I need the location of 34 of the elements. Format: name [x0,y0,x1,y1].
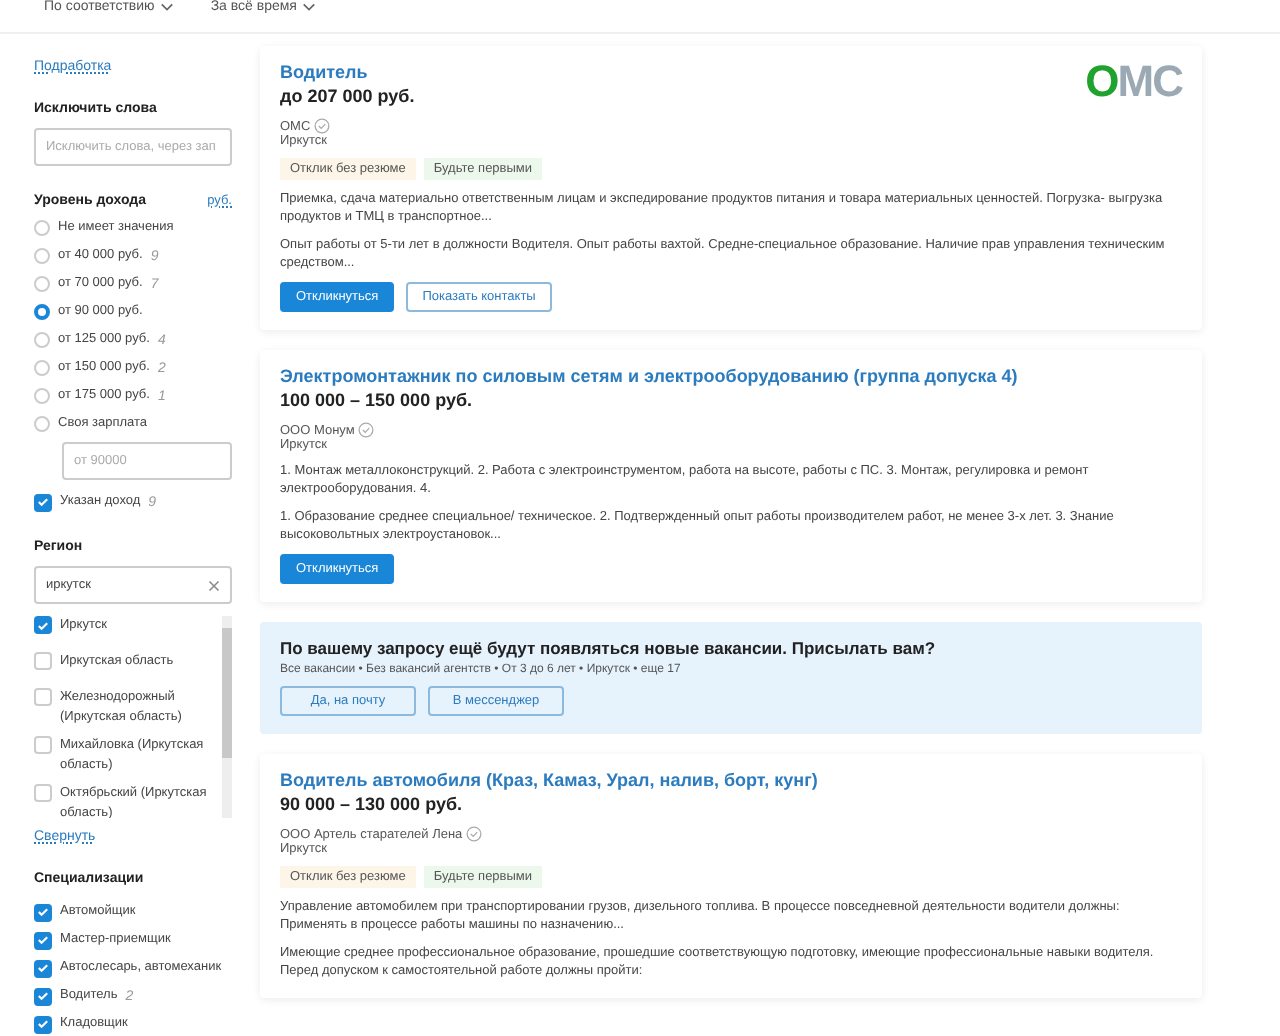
checkbox[interactable] [34,616,52,634]
checkbox[interactable] [34,903,52,921]
verified-check-icon [358,422,375,438]
vacancy-title-link[interactable]: Электромонтажник по силовым сетям и электрооборудованию (группа допуска 4) [280,366,1018,386]
chevron-icon [302,2,317,12]
vacancy-title-link[interactable]: Водитель автомобиля (Краз, Камаз, Урал, налив, борт, кунг) [280,770,818,790]
salary: до 207 000 руб. [280,86,415,106]
radio-button[interactable] [34,332,50,348]
checkbox[interactable] [34,931,52,949]
verified-check-icon [466,826,483,842]
banner-title: По вашему запросу ещё будут появляться новые вакансии. Присылать вам? [280,638,938,658]
radio-button[interactable] [34,388,50,404]
checkbox[interactable] [34,688,52,706]
radio-button[interactable] [34,360,50,376]
checkbox[interactable] [34,784,52,802]
clear-icon[interactable] [208,579,220,591]
radio-button[interactable] [34,304,50,320]
vacancy-title-link[interactable]: Водитель [280,62,415,82]
verified-check-icon [314,118,331,134]
salary: 100 000 – 150 000 руб. [280,390,475,410]
radio-button[interactable] [34,248,50,264]
checkbox[interactable] [34,736,52,754]
chevron-icon [160,2,175,12]
salary: 90 000 – 130 000 руб. [280,794,465,814]
radio-button[interactable] [34,416,50,432]
checkbox[interactable] [34,959,52,977]
company-logo: ОМС [1085,58,1182,106]
scrollbar[interactable] [222,616,232,818]
checkbox[interactable] [34,987,52,1005]
checkbox[interactable] [34,652,52,670]
radio-button[interactable] [34,220,50,236]
radio-button[interactable] [34,276,50,292]
checkbox[interactable] [34,1015,52,1033]
checkbox[interactable] [34,493,52,511]
